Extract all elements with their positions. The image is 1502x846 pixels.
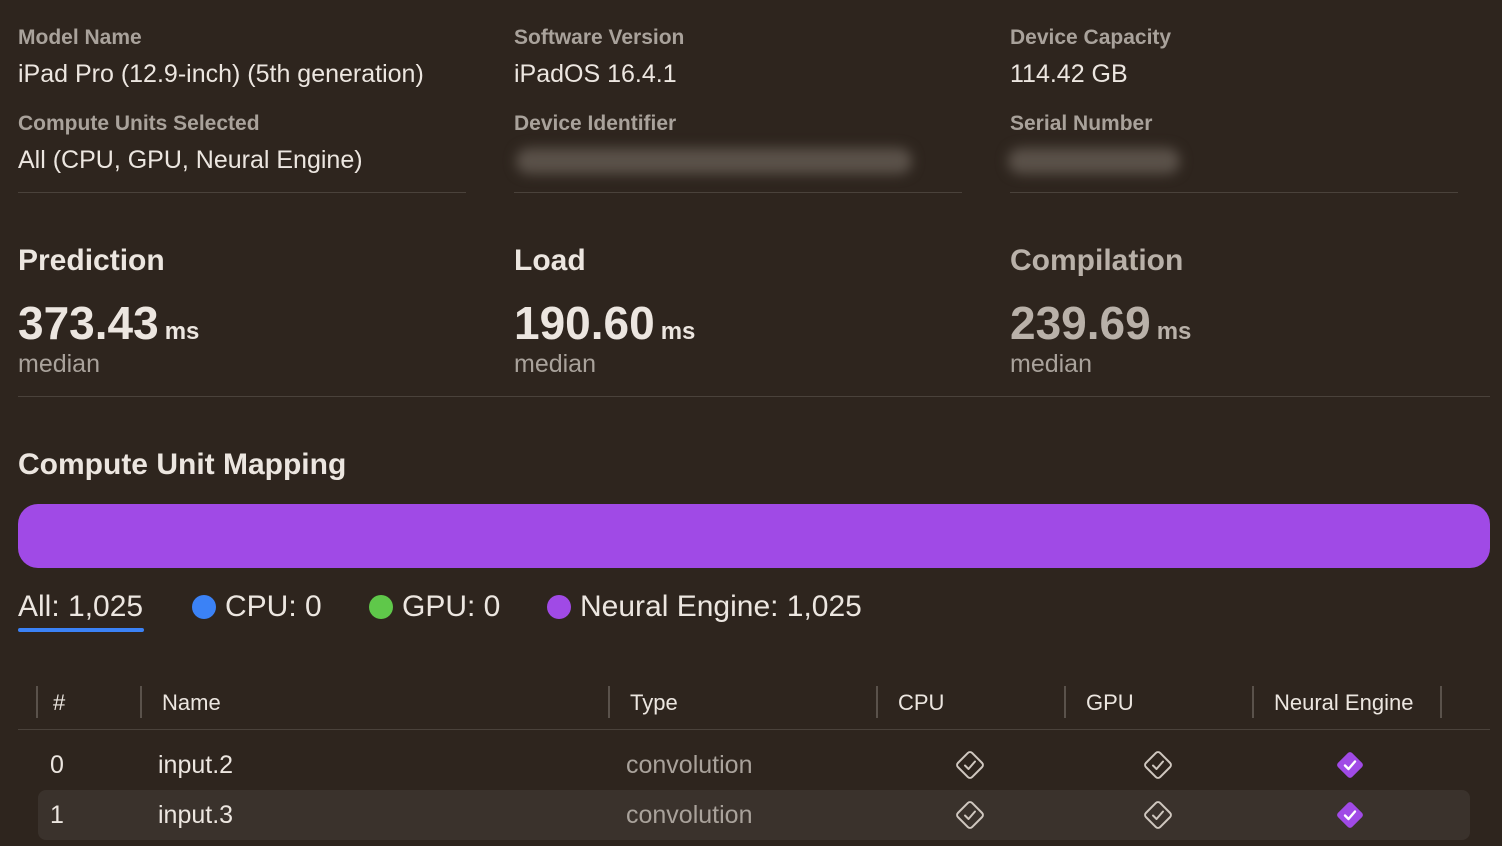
column-header-index[interactable]: # [53,690,65,716]
software-version-label: Software Version [514,26,685,49]
software-version-value: iPadOS 16.4.1 [514,60,677,88]
table-header-divider [18,729,1490,730]
compute-unit-mapping-title: Compute Unit Mapping [18,448,347,481]
cpu-unsupported-diamond-icon [956,751,984,779]
load-number: 190.60 [514,297,655,349]
neural-engine-color-dot [547,595,571,619]
prediction-subtitle: median [18,350,100,378]
table-row[interactable]: 0 input.2 convolution [18,740,1490,790]
column-header-type[interactable]: Type [630,690,678,716]
device-identifier-redacted [516,148,912,174]
compute-units-value: All (CPU, GPU, Neural Engine) [18,146,363,174]
device-capacity-value: 114.42 GB [1010,60,1128,88]
neural-engine-selected-diamond-icon [1337,752,1363,778]
column-separator [608,686,610,718]
divider [18,192,466,193]
table-row[interactable]: 1 input.3 convolution [38,790,1470,840]
divider [1010,192,1458,193]
prediction-value: 373.43 ms [18,296,199,350]
column-separator [1064,686,1066,718]
filter-tab-all-label: All: 1,025 [18,590,144,623]
load-title: Load [514,244,586,277]
compilation-number: 239.69 [1010,297,1151,349]
column-separator [1440,686,1442,718]
compilation-title: Compilation [1010,244,1184,277]
prediction-unit: ms [164,318,200,345]
filter-tab-gpu[interactable]: GPU: 0 [369,590,500,624]
gpu-unsupported-diamond-icon [1144,801,1172,829]
divider [514,192,962,193]
load-subtitle: median [514,350,596,378]
cpu-color-dot [192,595,216,619]
compute-units-label: Compute Units Selected [18,112,260,135]
row-index: 0 [50,751,64,779]
prediction-title: Prediction [18,244,165,277]
filter-tab-neural-engine-label: Neural Engine: 1,025 [580,590,862,623]
filter-tab-cpu-label: CPU: 0 [225,590,322,623]
column-separator [876,686,878,718]
compilation-subtitle: median [1010,350,1092,378]
row-name: input.3 [158,801,234,829]
row-type: convolution [626,751,753,779]
divider [18,396,1490,397]
row-type: convolution [626,801,753,829]
neural-engine-selected-diamond-icon [1337,802,1363,828]
prediction-number: 373.43 [18,297,159,349]
load-unit: ms [660,318,696,345]
gpu-color-dot [369,595,393,619]
filter-tab-all[interactable]: All: 1,025 [18,590,143,624]
serial-number-label: Serial Number [1010,112,1153,135]
load-value: 190.60 ms [514,296,695,350]
column-separator [1252,686,1254,718]
compute-unit-usage-bar [18,504,1490,568]
column-separator [140,686,142,718]
device-capacity-label: Device Capacity [1010,26,1172,49]
model-name-value: iPad Pro (12.9-inch) (5th generation) [18,60,424,88]
compilation-unit: ms [1156,318,1192,345]
column-header-neural-engine[interactable]: Neural Engine [1274,690,1413,716]
gpu-unsupported-diamond-icon [1144,751,1172,779]
cpu-unsupported-diamond-icon [956,801,984,829]
column-separator [36,686,38,718]
row-index: 1 [50,801,64,829]
column-header-gpu[interactable]: GPU [1086,690,1134,716]
filter-tab-gpu-label: GPU: 0 [402,590,501,623]
filter-tab-cpu[interactable]: CPU: 0 [192,590,322,624]
filter-tab-neural-engine[interactable]: Neural Engine: 1,025 [547,590,862,624]
serial-number-redacted [1008,148,1180,174]
selected-tab-underline [18,628,144,632]
model-name-label: Model Name [18,26,142,49]
compilation-value: 239.69 ms [1010,296,1191,350]
column-header-cpu[interactable]: CPU [898,690,944,716]
row-name: input.2 [158,751,234,779]
column-header-name[interactable]: Name [162,690,221,716]
device-identifier-label: Device Identifier [514,112,677,135]
